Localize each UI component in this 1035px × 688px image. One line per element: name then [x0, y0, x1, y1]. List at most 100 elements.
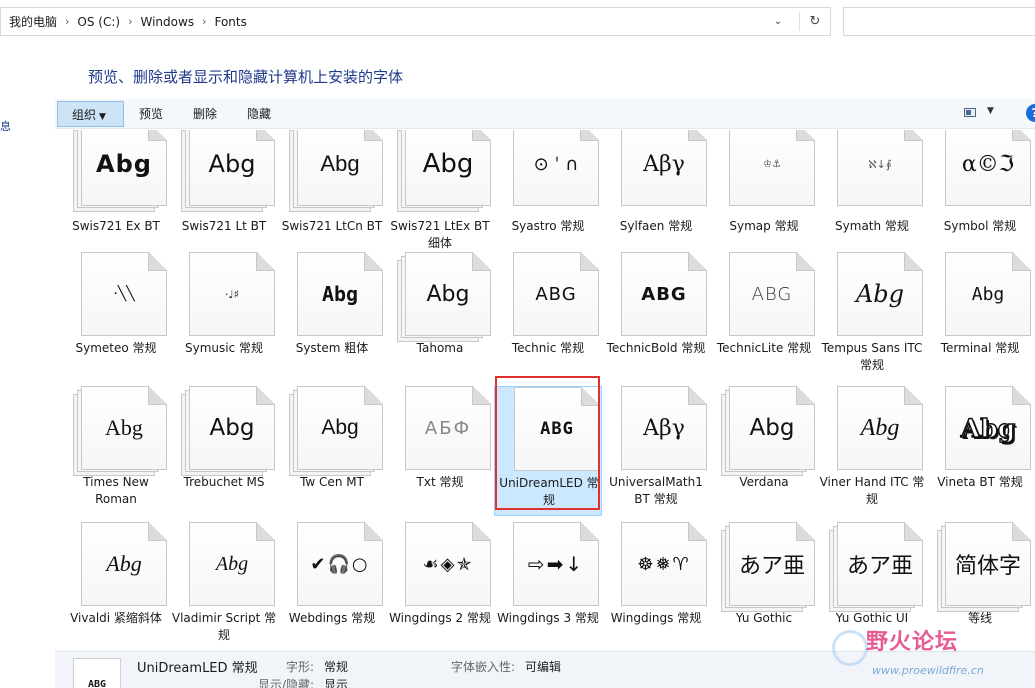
- font-item[interactable]: ABG Technic 常规: [494, 252, 602, 382]
- chevron-right-icon[interactable]: ›: [200, 15, 208, 28]
- font-item-label: Txt 常规: [416, 475, 464, 489]
- address-bar[interactable]: 我的电脑 › OS (C:) › Windows › Fonts ⌄ ↻: [0, 7, 831, 36]
- search-input[interactable]: [843, 7, 1035, 36]
- details-font-name: UniDreamLED 常规: [137, 661, 258, 676]
- font-sample-preview: ABG: [641, 283, 687, 305]
- font-file-icon: ABG: [506, 385, 601, 480]
- font-file-icon: Abg: [73, 520, 168, 615]
- font-item[interactable]: АБФ Txt 常规: [386, 386, 494, 516]
- font-file-icon: Abg: [181, 520, 276, 615]
- font-item[interactable]: あア亜 Yu Gothic UI: [818, 522, 926, 648]
- breadcrumb: 我的电脑 › OS (C:) › Windows › Fonts: [3, 8, 253, 35]
- font-sample-preview: ℵ↓∮: [868, 157, 892, 171]
- font-item[interactable]: Abg Viner Hand ITC 常规: [818, 386, 926, 516]
- font-sample-preview: Abg: [855, 280, 905, 308]
- font-item[interactable]: ·♩♯ Symusic 常规: [170, 252, 278, 382]
- font-file-icon: Αβγ: [613, 130, 708, 215]
- font-item[interactable]: Abg Tahoma: [386, 252, 494, 382]
- font-file-icon: Αβγ: [613, 384, 708, 479]
- font-item[interactable]: Abg Swis721 LtEx BT 细体: [386, 130, 494, 260]
- chevron-right-icon[interactable]: ›: [63, 15, 71, 28]
- font-item-label: TechnicBold 常规: [606, 341, 706, 355]
- refresh-icon[interactable]: ↻: [804, 8, 826, 35]
- chevron-right-icon[interactable]: ›: [126, 15, 134, 28]
- font-item[interactable]: Abg Terminal 常规: [926, 252, 1034, 382]
- font-item[interactable]: あア亜 Yu Gothic: [710, 522, 818, 648]
- font-item-label: Symeteo 常规: [75, 341, 157, 355]
- font-sample-preview: Abg: [749, 415, 795, 441]
- font-item[interactable]: Abg Vladimir Script 常规: [170, 522, 278, 648]
- delete-button[interactable]: 删除: [187, 101, 223, 127]
- font-item[interactable]: ABG UniDreamLED 常规: [494, 386, 602, 516]
- font-file-icon: Abg: [721, 384, 816, 479]
- font-item[interactable]: ⊙ ˈ ∩ Syastro 常规: [494, 130, 602, 260]
- font-item[interactable]: 简体字等线: [926, 522, 1034, 648]
- nav-pane-fragment[interactable]: 息: [0, 118, 11, 134]
- breadcrumb-fonts[interactable]: Fonts: [208, 15, 252, 29]
- font-sample-preview: あア亜: [846, 554, 913, 579]
- font-sample-preview: ☸❅♈: [637, 553, 691, 575]
- font-item[interactable]: Abg Tw Cen MT: [278, 386, 386, 516]
- font-item-label: Webdings 常规: [288, 611, 376, 625]
- font-item-label: Syastro 常规: [511, 219, 585, 233]
- font-sample-preview: ·♩♯: [224, 287, 239, 301]
- font-item-label: 等线: [967, 611, 992, 625]
- font-file-icon: 简体字: [937, 520, 1032, 615]
- font-file-icon: あア亜: [721, 520, 816, 615]
- view-options-icon[interactable]: [964, 108, 976, 117]
- font-sample-preview: Abg: [209, 415, 255, 441]
- font-item[interactable]: ☸❅♈ Wingdings 常规: [602, 522, 710, 648]
- caret-down-icon[interactable]: ▼: [987, 106, 994, 116]
- font-sample-preview: Abg: [960, 413, 1016, 444]
- font-item[interactable]: ·╲╲ Symeteo 常规: [62, 252, 170, 382]
- font-sample-preview: 简体字: [954, 554, 1021, 579]
- font-item[interactable]: Abg Vivaldi 紧缩斜体: [62, 522, 170, 648]
- font-file-icon: ABG: [505, 250, 600, 345]
- font-sample-preview: ·╲╲: [113, 286, 135, 302]
- font-item[interactable]: Αβγ UniversalMath1 BT 常规: [602, 386, 710, 516]
- font-item[interactable]: ABG TechnicLite 常规: [710, 252, 818, 382]
- font-item[interactable]: ☙◈✯ Wingdings 2 常规: [386, 522, 494, 648]
- breadcrumb-windows[interactable]: Windows: [135, 15, 201, 29]
- font-item-label: Vineta BT 常规: [937, 475, 1023, 489]
- font-file-icon: ✔🎧○: [289, 520, 384, 615]
- organize-button[interactable]: 组织 ▼: [57, 101, 124, 127]
- chevron-down-icon[interactable]: ⌄: [770, 8, 786, 35]
- help-icon[interactable]: ?: [1026, 104, 1035, 122]
- font-item[interactable]: Abg Swis721 LtCn BT: [278, 130, 386, 260]
- font-sample-preview: Αβγ: [643, 415, 685, 441]
- font-item[interactable]: Abg Swis721 Lt BT: [170, 130, 278, 260]
- font-item[interactable]: Abg Times New Roman: [62, 386, 170, 516]
- font-item[interactable]: Abg Swis721 Ex BT: [62, 130, 170, 260]
- font-file-icon: ·♩♯: [181, 250, 276, 345]
- font-sample-preview: Abg: [106, 551, 142, 576]
- font-item[interactable]: Abg Tempus Sans ITC 常规: [818, 252, 926, 382]
- font-item-label: Swis721 LtCn BT: [281, 219, 383, 233]
- font-item-label: Wingdings 常规: [610, 611, 702, 625]
- font-item[interactable]: ♔⚓ Symap 常规: [710, 130, 818, 260]
- font-item[interactable]: Abg System 粗体: [278, 252, 386, 382]
- breadcrumb-computer[interactable]: 我的电脑: [3, 13, 63, 30]
- hide-button[interactable]: 隐藏: [241, 101, 277, 127]
- font-file-icon: ABG: [721, 250, 816, 345]
- font-item[interactable]: Αβγ Sylfaen 常规: [602, 130, 710, 260]
- font-sample-preview: ABG: [751, 283, 793, 305]
- font-item[interactable]: Abg Vineta BT 常规: [926, 386, 1034, 516]
- font-file-icon: Abg: [73, 130, 168, 215]
- font-item[interactable]: Abg Trebuchet MS: [170, 386, 278, 516]
- font-sample-preview: ♔⚓: [763, 158, 781, 170]
- font-item-label: Terminal 常规: [940, 341, 1020, 355]
- font-sample-preview: α©ℑ: [961, 151, 1015, 177]
- font-file-icon: ♔⚓: [721, 130, 816, 215]
- font-item[interactable]: ℵ↓∮ Symath 常规: [818, 130, 926, 260]
- font-item[interactable]: α©ℑ Symbol 常规: [926, 130, 1034, 260]
- caret-down-icon: ▼: [99, 112, 106, 122]
- preview-button[interactable]: 预览: [133, 101, 169, 127]
- font-item[interactable]: ⇨➡↓ Wingdings 3 常规: [494, 522, 602, 648]
- breadcrumb-drive[interactable]: OS (C:): [71, 15, 126, 29]
- font-item-label: UniversalMath1 BT 常规: [609, 475, 703, 506]
- font-item[interactable]: ✔🎧○ Webdings 常规: [278, 522, 386, 648]
- font-item[interactable]: ABG TechnicBold 常规: [602, 252, 710, 382]
- font-item[interactable]: Abg Verdana: [710, 386, 818, 516]
- font-item-label: Symbol 常规: [943, 219, 1017, 233]
